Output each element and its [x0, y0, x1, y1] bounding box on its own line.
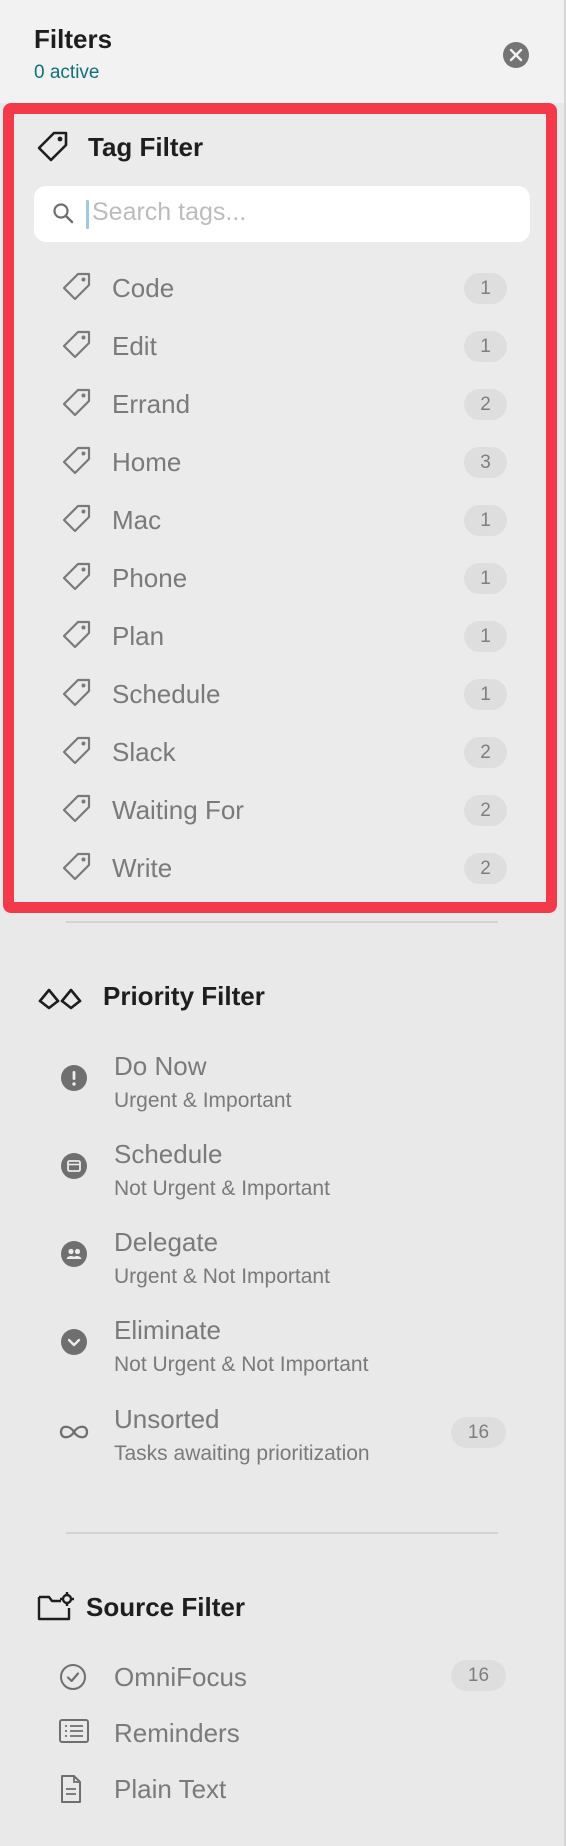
text-cursor: [86, 200, 89, 229]
tag-icon: [62, 504, 91, 533]
priority-item[interactable]: Delegate Urgent & Not Important: [0, 1227, 564, 1307]
tag-icon: [62, 794, 91, 823]
tag-search-field[interactable]: Search tags...: [34, 186, 530, 242]
tag-item[interactable]: Schedule 1: [14, 665, 542, 723]
tag-label: Plan: [112, 621, 165, 651]
search-placeholder: Search tags...: [92, 198, 247, 226]
priority-label: Do Now: [114, 1051, 207, 1081]
tag-filter-title: Tag Filter: [88, 132, 204, 162]
priority-label: Schedule: [114, 1139, 223, 1169]
section-divider: [66, 1532, 498, 1534]
tag-icon: [62, 388, 91, 417]
tag-item[interactable]: Plan 1: [14, 607, 542, 665]
tag-icon: [62, 562, 91, 591]
tag-label: Errand: [112, 389, 191, 419]
close-button[interactable]: [503, 42, 529, 68]
filters-title: Filters: [34, 24, 113, 54]
source-label: Plain Text: [114, 1774, 227, 1804]
tag-icon: [62, 272, 91, 301]
tag-icon: [37, 131, 68, 162]
tag-count-badge: 1: [464, 621, 507, 652]
tag-label: Waiting For: [112, 795, 244, 825]
source-item[interactable]: Reminders: [0, 1710, 564, 1760]
people-circle-icon: [61, 1241, 87, 1272]
tag-item[interactable]: Waiting For 2: [14, 781, 542, 839]
priority-matrix-icon: [38, 988, 82, 1010]
priority-description: Not Urgent & Important: [114, 1177, 330, 1200]
close-icon: [509, 48, 523, 62]
tag-icon: [62, 446, 91, 475]
tag-item[interactable]: Errand 2: [14, 375, 542, 433]
tag-filter-section: Tag Filter Search tags... Code 1 Edit 1 Erra…: [3, 103, 557, 913]
tag-label: Code: [112, 273, 175, 303]
priority-item[interactable]: Unsorted Tasks awaiting prioritization 16: [0, 1404, 564, 1484]
tag-item[interactable]: Write 2: [14, 839, 542, 897]
list-icon: [58, 1718, 90, 1749]
tag-label: Edit: [112, 331, 157, 361]
tag-count-badge: 1: [464, 273, 507, 304]
filters-panel: Filters 0 active Tag Filter Search tags.…: [0, 0, 566, 1846]
priority-item[interactable]: Do Now Urgent & Important: [0, 1051, 564, 1131]
tag-count-badge: 1: [464, 331, 507, 362]
tag-label: Slack: [112, 737, 176, 767]
infinity-icon: [56, 1422, 92, 1447]
tag-item[interactable]: Mac 1: [14, 491, 542, 549]
priority-label: Unsorted: [114, 1404, 220, 1434]
tag-item[interactable]: Home 3: [14, 433, 542, 491]
priority-description: Urgent & Important: [114, 1089, 292, 1112]
tag-count-badge: 1: [464, 505, 507, 536]
tag-count-badge: 3: [464, 447, 507, 478]
priority-count-badge: 16: [451, 1417, 506, 1448]
tag-count-badge: 1: [464, 679, 507, 710]
priority-item[interactable]: Eliminate Not Urgent & Not Important: [0, 1315, 564, 1395]
tag-label: Home: [112, 447, 182, 477]
tag-item[interactable]: Code 1: [14, 259, 542, 317]
active-filter-count: 0 active: [34, 62, 100, 83]
priority-label: Eliminate: [114, 1315, 221, 1345]
tag-count-badge: 2: [464, 795, 507, 826]
document-icon: [58, 1774, 84, 1809]
checkmark-circle-icon: [58, 1662, 88, 1697]
priority-description: Not Urgent & Not Important: [114, 1353, 369, 1376]
tag-count-badge: 2: [464, 737, 507, 768]
tag-icon: [62, 678, 91, 707]
tag-icon: [62, 330, 91, 359]
priority-description: Tasks awaiting prioritization: [114, 1442, 370, 1465]
source-label: Reminders: [114, 1718, 240, 1748]
tag-item[interactable]: Slack 2: [14, 723, 542, 781]
source-item[interactable]: OmniFocus 16: [0, 1654, 564, 1704]
section-divider: [66, 921, 498, 923]
tag-count-badge: 2: [464, 389, 507, 420]
tag-item[interactable]: Edit 1: [14, 317, 542, 375]
source-filter-title: Source Filter: [86, 1592, 245, 1622]
tag-icon: [62, 620, 91, 649]
search-icon: [53, 203, 74, 224]
tag-item[interactable]: Phone 1: [14, 549, 542, 607]
tag-icon: [62, 852, 91, 881]
tag-label: Schedule: [112, 679, 221, 709]
tag-count-badge: 1: [464, 563, 507, 594]
chevron-down-circle-icon: [61, 1329, 87, 1360]
tag-count-badge: 2: [464, 853, 507, 884]
source-item[interactable]: Plain Text: [0, 1766, 564, 1816]
source-label: OmniFocus: [114, 1662, 247, 1692]
priority-item[interactable]: Schedule Not Urgent & Important: [0, 1139, 564, 1219]
priority-description: Urgent & Not Important: [114, 1265, 330, 1288]
priority-filter-title: Priority Filter: [103, 981, 265, 1011]
filters-header: Filters 0 active: [0, 0, 564, 103]
tag-label: Phone: [112, 563, 188, 593]
priority-label: Delegate: [114, 1227, 219, 1257]
tag-label: Mac: [112, 505, 162, 535]
source-count-badge: 16: [451, 1660, 506, 1691]
calendar-circle-icon: [61, 1153, 87, 1184]
folder-gear-icon: [37, 1592, 74, 1621]
exclamation-circle-icon: [61, 1065, 87, 1096]
tag-icon: [62, 736, 91, 765]
tag-label: Write: [112, 853, 173, 883]
